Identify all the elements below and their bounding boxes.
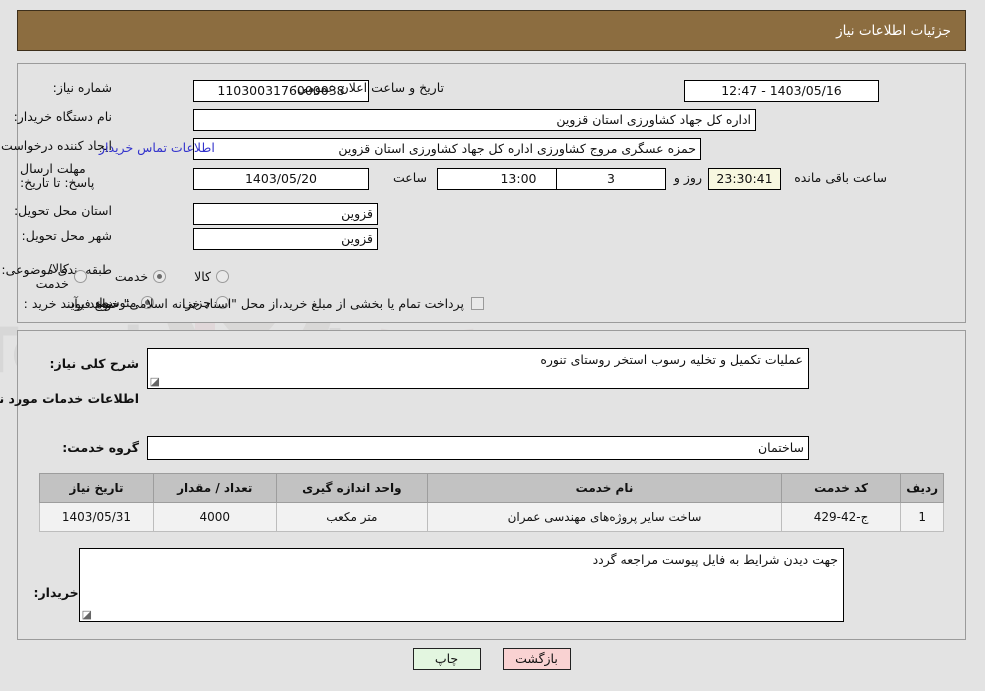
services-heading: اطلاعات خدمات مورد نیاز [0, 391, 140, 406]
table-cell: 1403/05/31 [40, 502, 155, 532]
buyer-org-label: نام دستگاه خریدار: [14, 109, 113, 124]
treasury-checkbox-label: پرداخت تمام یا بخشی از مبلغ خرید،از محل … [66, 296, 465, 311]
need-number-label: شماره نیاز: [53, 80, 113, 95]
services-table-wrap: ردیف کد خدمت نام خدمت واحد اندازه گیری تعداد… [40, 473, 945, 532]
deadline-hour-label: ساعت [393, 170, 428, 185]
table-header-cell: کد خدمت [781, 473, 903, 503]
deadline-label: مهلت ارسال پاسخ: تا تاریخ: [21, 161, 96, 191]
category-label-1: خدمت [115, 268, 150, 284]
category-radio-group[interactable]: کالا خدمت کالا/خدمت [0, 261, 230, 291]
general-desc-label: شرح کلی نیاز: [50, 356, 140, 371]
category-option-0[interactable]: کالا [195, 269, 230, 284]
table-header-cell: تاریخ نیاز [40, 473, 155, 503]
action-button-bar: بازگشت چاپ [0, 648, 985, 670]
resize-grip-icon[interactable]: ◪ [151, 376, 161, 387]
page-title-bar: جزئیات اطلاعات نیاز [18, 10, 967, 51]
services-table: ردیف کد خدمت نام خدمت واحد اندازه گیری تعداد… [40, 473, 945, 532]
table-cell: ساخت سایر پروژه‌های مهندسی عمران [428, 502, 783, 532]
province-value: قزوین [194, 203, 379, 225]
table-header-cell: تعداد / مقدار [153, 473, 278, 503]
table-cell: متر مکعب [276, 502, 430, 532]
table-row: 1 ج-42-429 ساخت سایر پروژه‌های مهندسی عمرا… [40, 502, 945, 532]
category-radio-0[interactable] [217, 269, 230, 283]
category-option-1[interactable]: خدمت [115, 268, 168, 284]
general-desc-value: عملیات تکمیل و تخلیه رسوب استخر روستای ت… [541, 352, 804, 367]
public-announce-value: 1403/05/16 - 12:47 [685, 80, 880, 102]
requester-label: ایجاد کننده درخواست: [0, 138, 113, 153]
city-value: قزوین [194, 228, 379, 250]
deadline-row: مهلت ارسال پاسخ: تا تاریخ: [21, 161, 113, 191]
resize-grip-icon-2[interactable]: ◪ [83, 609, 93, 620]
buyer-notes-value: جهت دیدن شرایط به فایل پیوست مراجعه گردد [593, 552, 839, 567]
table-cell: 1 [901, 502, 945, 532]
treasury-checkbox-row[interactable]: پرداخت تمام یا بخشی از مبلغ خرید،از محل … [66, 296, 485, 311]
table-cell: 4000 [153, 502, 278, 532]
services-table-body: 1 ج-42-429 ساخت سایر پروژه‌های مهندسی عمرا… [40, 502, 945, 532]
deadline-days-value: 3 [557, 168, 667, 190]
requester-value: حمزه عسگری مروج کشاورزی اداره کل جهاد کش… [194, 138, 702, 160]
back-button[interactable]: بازگشت [503, 648, 572, 670]
deadline-date-value: 1403/05/20 [194, 168, 370, 190]
province-row: استان محل تحویل: [15, 203, 113, 220]
requester-row: ایجاد کننده درخواست: [0, 138, 113, 155]
table-cell: ج-42-429 [781, 502, 903, 532]
public-announce-row: تاریخ و ساعت اعلان عمومی: [294, 80, 445, 97]
page-title: جزئیات اطلاعات نیاز [837, 22, 952, 39]
print-button[interactable]: چاپ [413, 648, 482, 670]
deadline-countdown-unit: ساعت باقی مانده [795, 170, 888, 185]
treasury-checkbox[interactable] [472, 297, 485, 310]
buyer-notes-textarea[interactable]: جهت دیدن شرایط به فایل پیوست مراجعه گردد… [80, 548, 845, 622]
table-header-cell: نام خدمت [428, 473, 783, 503]
general-desc-textarea[interactable]: عملیات تکمیل و تخلیه رسوب استخر روستای ت… [148, 348, 810, 389]
category-label-0: کالا [195, 268, 212, 284]
category-radio-2[interactable] [74, 269, 88, 283]
buyer-contact-link[interactable]: اطلاعات تماس خریدار [100, 140, 216, 155]
province-label: استان محل تحویل: [14, 203, 113, 218]
city-label: شهر محل تحویل: [22, 228, 113, 243]
category-label-2: کالا/خدمت [36, 261, 70, 291]
buyer-org-row: نام دستگاه خریدار: [15, 109, 113, 126]
city-row: شهر محل تحویل: [23, 228, 113, 245]
services-table-header-row: ردیف کد خدمت نام خدمت واحد اندازه گیری تعداد… [40, 473, 945, 503]
service-group-value: ساختمان [148, 436, 810, 460]
category-option-2[interactable]: کالا/خدمت [28, 261, 88, 291]
service-group-label: گروه خدمت: [63, 440, 140, 455]
public-announce-label: تاریخ و ساعت اعلان عمومی: [294, 80, 445, 95]
need-number-row: شماره نیاز: [54, 80, 113, 97]
table-header-cell: ردیف [901, 473, 945, 503]
deadline-countdown-value: 23:30:41 [709, 168, 782, 190]
category-radio-1[interactable] [154, 269, 168, 283]
table-header-cell: واحد اندازه گیری [276, 473, 430, 503]
buyer-org-value: اداره کل جهاد کشاورزی استان قزوین [194, 109, 757, 131]
deadline-days-unit: روز و [674, 170, 703, 185]
